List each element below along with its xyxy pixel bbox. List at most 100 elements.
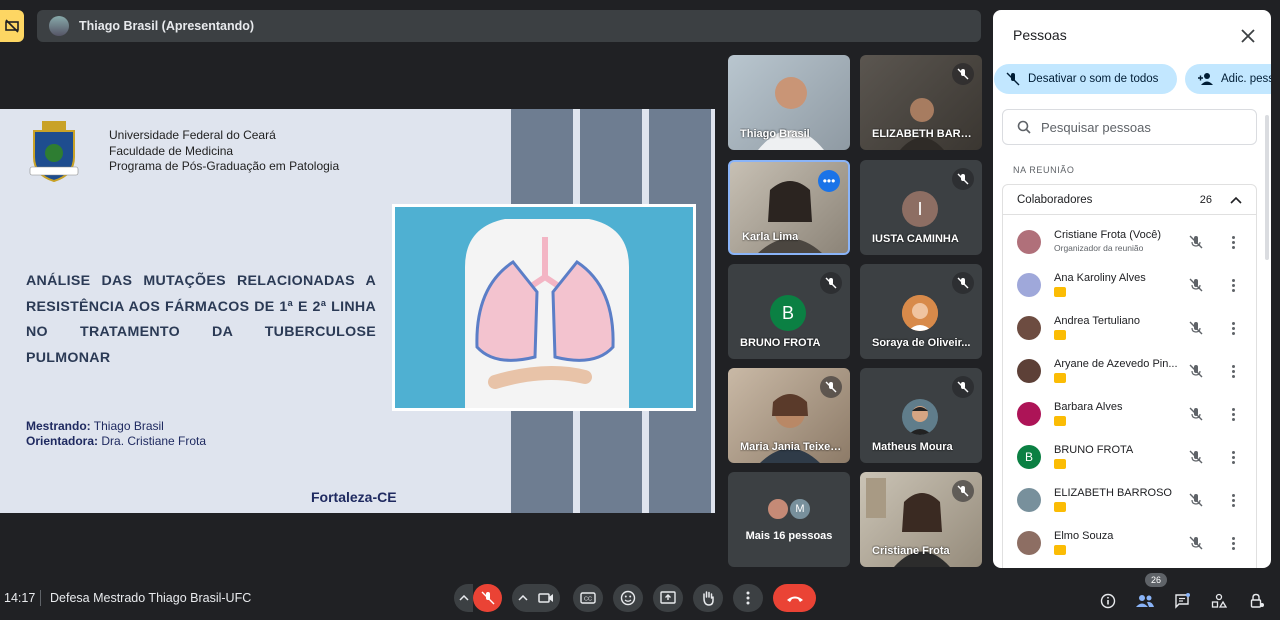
leave-call-button[interactable] <box>773 584 816 612</box>
participant-row[interactable]: B BRUNO FROTA <box>1003 436 1258 479</box>
more-vert-icon[interactable] <box>1228 404 1238 424</box>
more-people-tile[interactable]: M Mais 16 pessoas <box>728 472 850 567</box>
mute-all-button[interactable]: Desativar o som de todos <box>994 64 1177 94</box>
more-vert-icon[interactable] <box>1228 275 1238 295</box>
more-options-icon[interactable]: ••• <box>818 170 840 192</box>
mic-off-icon[interactable] <box>1186 361 1206 381</box>
search-placeholder: Pesquisar pessoas <box>1041 119 1151 135</box>
slide-title: ANÁLISE DAS MUTAÇÕES RELACIONADAS A RESI… <box>26 273 376 366</box>
avatar-letter: B <box>1024 450 1033 464</box>
participant-row[interactable]: Elmo Souza <box>1003 522 1258 565</box>
more-vert-icon[interactable] <box>1228 533 1238 553</box>
mic-toggle-button[interactable] <box>473 584 502 612</box>
people-button[interactable] <box>1132 590 1158 612</box>
participant-name: BRUNO FROTA <box>740 337 821 349</box>
more-vert-icon[interactable] <box>1228 318 1238 338</box>
more-options-button[interactable] <box>733 584 763 612</box>
participant-row[interactable]: ELIZABETH BARROSO <box>1003 479 1258 522</box>
presenting-badge-icon <box>1054 459 1066 469</box>
stop-presenting-icon <box>5 19 19 33</box>
institution-line: Universidade Federal do Ceará <box>109 128 276 142</box>
more-vert-icon[interactable] <box>1228 490 1238 510</box>
meet-window: Thiago Brasil (Apresentando) Universidad… <box>0 0 1280 620</box>
participant-tile[interactable]: Thiago Brasil <box>728 55 850 150</box>
mic-off-icon <box>952 63 974 85</box>
presenter-bar[interactable]: Thiago Brasil (Apresentando) <box>37 10 981 42</box>
participant-tile[interactable]: ELIZABETH BARR... <box>860 55 982 150</box>
participant-avatar <box>1017 402 1041 426</box>
presenting-badge-icon <box>1054 545 1066 555</box>
participant-row[interactable]: Andrea Tertuliano <box>1003 307 1258 350</box>
presenting-indicator[interactable] <box>0 10 24 42</box>
presenting-badge-icon <box>1054 373 1066 383</box>
participant-row[interactable]: Aryane de Azevedo Pin... <box>1003 350 1258 393</box>
search-people-input[interactable]: Pesquisar pessoas <box>1002 109 1257 145</box>
host-controls-button[interactable] <box>1244 590 1270 612</box>
close-panel-button[interactable] <box>1237 25 1259 47</box>
participant-name: BRUNO FROTA <box>1054 444 1134 456</box>
chevron-up-icon[interactable] <box>1230 196 1242 204</box>
chat-button[interactable] <box>1169 590 1195 612</box>
mic-off-icon <box>820 376 842 398</box>
participant-tile[interactable]: Cristiane Frota <box>860 472 982 567</box>
mic-off-icon[interactable] <box>1186 533 1206 553</box>
presenting-badge-icon <box>1054 502 1066 512</box>
participant-tile[interactable]: B BRUNO FROTA <box>728 264 850 359</box>
student-name: Thiago Brasil <box>93 419 164 433</box>
participant-name: Aryane de Azevedo Pin... <box>1054 358 1178 370</box>
present-icon <box>660 591 676 604</box>
slide-credits: Mestrando: Thiago Brasil Orientadora: Dr… <box>26 419 206 449</box>
mic-off-icon[interactable] <box>1186 447 1206 467</box>
participant-row[interactable]: Barbara Alves <box>1003 393 1258 436</box>
mic-off-icon[interactable] <box>1186 404 1206 424</box>
more-vert-icon[interactable] <box>1228 361 1238 381</box>
camera-toggle-button[interactable] <box>533 592 559 604</box>
mic-off-icon[interactable] <box>1186 318 1206 338</box>
reactions-button[interactable] <box>613 584 643 612</box>
hand-icon <box>703 591 714 606</box>
participant-row[interactable]: Ana Karoliny Alves <box>1003 264 1258 307</box>
video-controls <box>512 584 560 612</box>
student-label: Mestrando: <box>26 419 91 433</box>
presenting-badge-icon <box>1054 416 1066 426</box>
audio-options-button[interactable] <box>454 584 474 612</box>
participant-tile[interactable]: I IUSTA CAMINHA <box>860 160 982 255</box>
participant-tile[interactable]: Matheus Moura <box>860 368 982 463</box>
video-options-button[interactable] <box>513 595 533 601</box>
activities-button[interactable] <box>1206 590 1232 612</box>
participant-name: Thiago Brasil <box>740 128 810 140</box>
meeting-title: Defesa Mestrado Thiago Brasil-UFC <box>50 591 252 605</box>
participant-name: Cristiane Frota (Você) <box>1054 229 1161 241</box>
mic-off-icon[interactable] <box>1186 490 1206 510</box>
participant-tile[interactable]: Maria Jania Teixei... <box>728 368 850 463</box>
participant-tile[interactable]: ••• Karla Lima <box>728 160 850 255</box>
participant-avatar <box>902 399 938 435</box>
participant-name: IUSTA CAMINHA <box>872 233 959 245</box>
captions-button[interactable]: CC <box>573 584 603 612</box>
mic-off-icon <box>1006 72 1020 86</box>
participant-name: Karla Lima <box>742 231 799 243</box>
add-person-icon <box>1198 73 1213 85</box>
group-header[interactable]: Colaboradores 26 <box>1003 185 1256 215</box>
chevron-up-icon <box>518 595 528 601</box>
add-people-label: Adic. pess <box>1221 73 1271 85</box>
mic-off-icon[interactable] <box>1186 232 1206 252</box>
meeting-details-button[interactable] <box>1095 590 1121 612</box>
raise-hand-button[interactable] <box>693 584 723 612</box>
more-vert-icon[interactable] <box>1228 232 1238 252</box>
participant-tile[interactable]: Soraya de Oliveir... <box>860 264 982 359</box>
group-count: 26 <box>1199 193 1212 206</box>
search-icon <box>1017 120 1031 134</box>
mic-off-icon[interactable] <box>1186 275 1206 295</box>
present-screen-button[interactable] <box>653 584 683 612</box>
presentation-slide: Universidade Federal do Ceará Faculdade … <box>0 109 715 513</box>
mic-off-icon <box>952 272 974 294</box>
participant-name: Barbara Alves <box>1054 401 1123 413</box>
lungs-photo <box>392 204 696 411</box>
people-icon <box>1136 595 1154 607</box>
more-vert-icon[interactable] <box>1228 447 1238 467</box>
mic-off-icon <box>952 480 974 502</box>
panel-scrollbar[interactable] <box>1265 115 1269 260</box>
participant-row[interactable]: Cristiane Frota (Você) Organizador da reu… <box>1003 221 1258 264</box>
add-people-button[interactable]: Adic. pess <box>1185 64 1271 94</box>
